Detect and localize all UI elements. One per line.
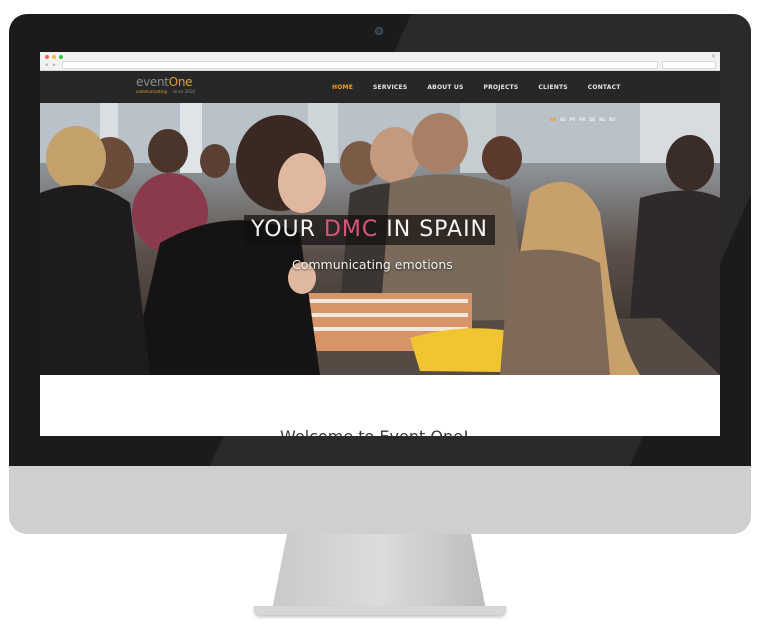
webcam-icon <box>375 27 383 35</box>
logo-wordmark: eventOne <box>136 75 193 89</box>
welcome-section: Welcome to Event One! <box>40 375 720 436</box>
hero-banner: EN ES PT FR DE NL RU YOUR DMC IN SPAIN Communi… <box>40 103 720 375</box>
logo-tagline: communicating since 2016 <box>136 89 195 94</box>
site-logo[interactable]: eventOne communicating since 2016 <box>136 75 214 99</box>
language-ru[interactable]: RU <box>609 117 615 122</box>
browser-toolbar: ◂ ▸ × <box>40 52 720 71</box>
hero-title: YOUR DMC IN SPAIN <box>244 215 496 245</box>
monitor-screen: ◂ ▸ × eventOne communicating since 2016 H… <box>40 52 720 436</box>
nav-item-services[interactable]: SERVICES <box>373 84 407 91</box>
language-switcher: EN ES PT FR DE NL RU <box>550 117 616 122</box>
monitor-stand-base <box>254 606 506 615</box>
language-de[interactable]: DE <box>589 117 595 122</box>
main-navigation: HOME SERVICES ABOUT US PROJECTS CLIENTS CONTA… <box>332 71 641 103</box>
monitor-chin <box>9 466 751 534</box>
minimize-window-icon[interactable] <box>52 55 56 59</box>
maximize-window-icon[interactable] <box>59 55 63 59</box>
welcome-heading: Welcome to Event One! <box>280 427 469 436</box>
site-header: eventOne communicating since 2016 HOME SER… <box>40 71 720 103</box>
language-es[interactable]: ES <box>560 117 566 122</box>
language-fr[interactable]: FR <box>579 117 585 122</box>
monitor-stand <box>272 534 486 610</box>
close-window-icon[interactable] <box>45 55 49 59</box>
hero-subtitle: Communicating emotions <box>292 257 453 272</box>
language-pt[interactable]: PT <box>570 117 576 122</box>
nav-item-clients[interactable]: CLIENTS <box>538 84 567 91</box>
nav-item-projects[interactable]: PROJECTS <box>484 84 519 91</box>
window-controls <box>45 55 63 59</box>
nav-item-home[interactable]: HOME <box>332 84 353 91</box>
back-forward-icon[interactable]: ◂ ▸ <box>45 62 58 68</box>
browser-search-field[interactable] <box>662 61 716 69</box>
nav-item-about-us[interactable]: ABOUT US <box>427 84 463 91</box>
language-nl[interactable]: NL <box>599 117 605 122</box>
close-tab-icon[interactable]: × <box>711 53 716 60</box>
nav-item-contact[interactable]: CONTACT <box>588 84 621 91</box>
address-bar[interactable] <box>62 61 658 69</box>
language-en[interactable]: EN <box>550 117 556 122</box>
